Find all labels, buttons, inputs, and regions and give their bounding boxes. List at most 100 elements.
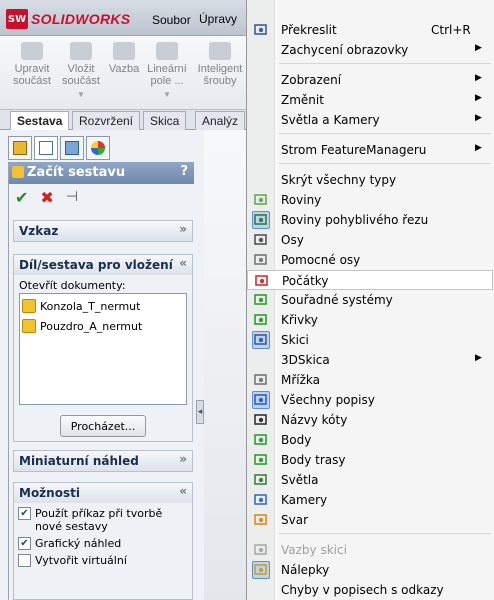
menu-item-label: Překreslit (281, 23, 337, 37)
menu-item[interactable]: Zachycení obrazovky ▶ (247, 40, 493, 60)
chevron-down-icon[interactable]: ▼ (144, 89, 190, 101)
chevron-up-icon[interactable]: « (179, 484, 187, 498)
chevron-down-icon[interactable]: » (179, 222, 187, 236)
menu-item-label: Vazby skici (281, 543, 347, 557)
menu-item[interactable]: Překreslit Ctrl+R (247, 20, 493, 40)
checkbox-make-virtual[interactable] (18, 554, 31, 567)
group-part-assembly-title: Díl/sestava pro vložení (19, 258, 173, 272)
menu-item[interactable]: Souřadné systémy (247, 290, 493, 310)
sketch-relation-icon (252, 541, 270, 559)
menu-item[interactable]: Kamery (247, 490, 493, 510)
menu-item[interactable]: Roviny (247, 190, 493, 210)
group-thumbnail-header[interactable]: Miniaturní náhled » (14, 451, 192, 471)
option-make-virtual[interactable]: Vytvořit virtuální (14, 550, 192, 567)
open-documents-list[interactable]: Konzola_T_nermut Pouzdro_A_nermut (19, 293, 187, 405)
annotation-icon (252, 391, 270, 409)
menu-item[interactable]: Svar (247, 510, 493, 530)
menu-item[interactable]: Světla a Kamery ▶ (247, 110, 493, 130)
list-item[interactable]: Konzola_T_nermut (22, 296, 184, 316)
option-use-command[interactable]: ✔ Použít příkaz při tvorbě nové sestavy (14, 503, 192, 533)
configurationmanager-tab[interactable] (60, 136, 84, 160)
option-make-virtual-label: Vytvořit virtuální (35, 554, 127, 567)
weld-icon (252, 511, 270, 529)
menu-item[interactable]: Body trasy (247, 450, 493, 470)
tab-sestava[interactable]: Sestava (10, 111, 70, 130)
property-manager-actions: ✔ ✖ ⊣ (9, 184, 194, 210)
chevron-up-icon[interactable]: « (179, 256, 187, 270)
menu-item-label: 3DSkica (281, 353, 330, 367)
menu-item[interactable]: Skici (247, 330, 493, 350)
menu-item-label: Všechny popisy (281, 393, 375, 407)
option-graphic-preview-label: Grafický náhled (35, 537, 122, 550)
menu-soubor[interactable]: Soubor (145, 10, 198, 30)
menu-item[interactable]: Světla (247, 470, 493, 490)
linear-pattern-icon (156, 42, 178, 60)
section-plane-icon (252, 211, 270, 229)
configurationmanager-icon (65, 141, 79, 155)
group-part-assembly-header[interactable]: Díl/sestava pro vložení « (14, 255, 192, 275)
menu-item[interactable]: Názvy kóty (247, 410, 493, 430)
option-graphic-preview[interactable]: ✔ Grafický náhled (14, 533, 192, 550)
axis-icon (252, 231, 270, 249)
menu-item[interactable]: Roviny pohyblivého řezu (247, 210, 493, 230)
menu-item[interactable]: Body (247, 430, 493, 450)
checkbox-graphic-preview[interactable]: ✔ (18, 537, 31, 550)
linear-pattern-label-1: Lineární (147, 63, 187, 75)
menu-item[interactable]: Změnit ▶ (247, 90, 493, 110)
menu-item[interactable]: Mřížka (247, 370, 493, 390)
submenu-arrow-icon: ▶ (475, 143, 482, 153)
tab-skica[interactable]: Skica (143, 111, 187, 130)
pushpin-icon[interactable]: ⊣ (66, 189, 78, 205)
propertymanager-icon (39, 141, 53, 155)
propertymanager-tab[interactable] (34, 136, 58, 160)
menu-item-label: Strom FeatureManageru (281, 143, 427, 157)
submenu-arrow-icon: ▶ (475, 93, 482, 103)
application-window: SW SOLIDWORKS Soubor Úpravy Upravit souč… (0, 0, 246, 600)
graphics-area[interactable] (204, 130, 246, 600)
help-icon[interactable]: ? (180, 164, 188, 179)
menu-item[interactable]: Všechny popisy (247, 390, 493, 410)
menu-item[interactable]: Skrýt všechny typy (247, 170, 493, 190)
menu-upravy[interactable]: Úpravy (193, 10, 243, 28)
menu-item[interactable]: Pomocné osy (247, 250, 493, 270)
menu-item[interactable]: Strom FeatureManageru ▶ (247, 140, 493, 160)
insert-component-button[interactable]: Vložit součást ▼ (58, 42, 104, 101)
menu-item[interactable]: Osy (247, 230, 493, 250)
light-icon (252, 471, 270, 489)
featuremanager-tab[interactable] (8, 136, 32, 160)
tab-rozvrzeni[interactable]: Rozvržení (72, 111, 141, 130)
menu-item[interactable]: Nálepky (247, 560, 493, 580)
menu-item-label: Body trasy (281, 453, 346, 467)
menu-item[interactable]: 3DSkica ▶ (247, 350, 493, 370)
cancel-icon[interactable]: ✖ (40, 188, 53, 207)
smart-fasteners-button[interactable]: Inteligent šrouby (194, 42, 246, 87)
group-message-header[interactable]: Vzkaz » (14, 221, 192, 241)
menu-item[interactable]: Křivky (247, 310, 493, 330)
group-options-title: Možnosti (19, 486, 80, 500)
coordinate-system-icon (252, 291, 270, 309)
chevron-down-icon[interactable]: ▼ (58, 89, 104, 101)
panel-collapse-handle[interactable]: ◂ (196, 400, 204, 424)
manager-tabs (8, 136, 110, 162)
menu-item[interactable]: Počátky (247, 270, 493, 290)
ok-icon[interactable]: ✔ (15, 188, 28, 207)
list-item[interactable]: Pouzdro_A_nermut (22, 316, 184, 336)
chevron-down-icon[interactable]: » (179, 452, 187, 466)
group-options-header[interactable]: Možnosti « (14, 483, 192, 503)
displaymanager-tab[interactable] (86, 136, 110, 160)
menu-item-label: Změnit (281, 93, 324, 107)
submenu-arrow-icon: ▶ (475, 43, 482, 53)
menu-item-label: Roviny pohyblivého řezu (281, 213, 429, 227)
browse-button[interactable]: Procházet... (60, 415, 146, 437)
part-icon (22, 319, 36, 333)
edit-component-button[interactable]: Upravit součást (10, 42, 54, 87)
menu-item[interactable]: Chyby v popisech s odkazy (247, 580, 493, 600)
checkbox-use-command[interactable]: ✔ (18, 507, 31, 520)
mate-button[interactable]: Vazba (106, 42, 142, 75)
begin-assembly-icon (12, 166, 24, 178)
tab-analyzy[interactable]: Analýz (195, 111, 246, 130)
menu-item[interactable]: Zobrazení ▶ (247, 70, 493, 90)
linear-pattern-button[interactable]: Lineární pole ... ▼ (144, 42, 190, 101)
edit-component-label-2: součást (13, 75, 51, 87)
menu-item: Vazby skici (247, 540, 493, 560)
